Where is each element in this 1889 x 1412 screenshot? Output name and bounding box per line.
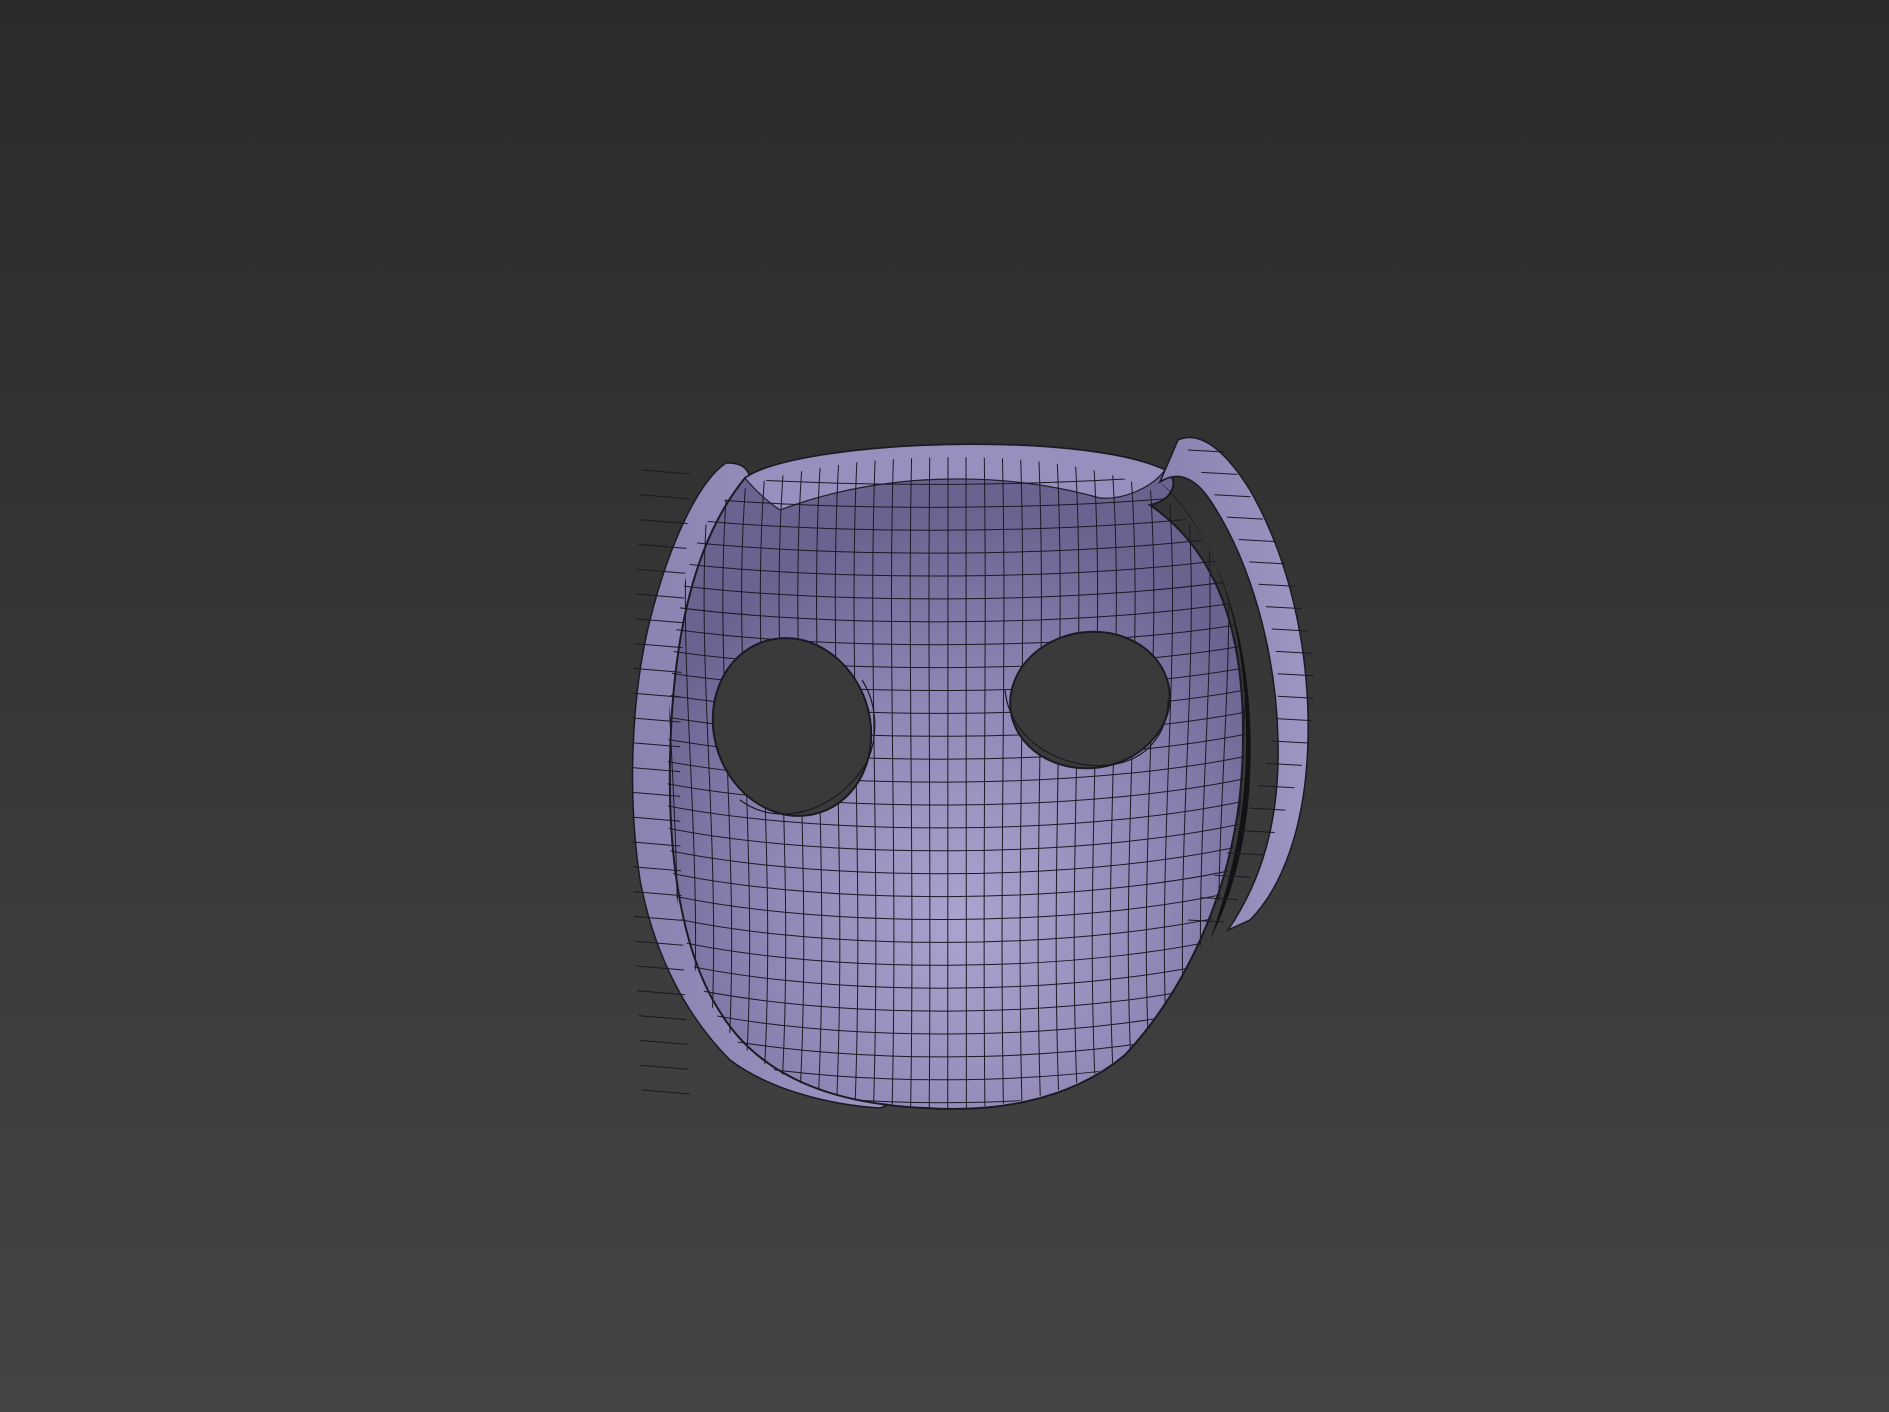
flange-wire-tick — [641, 469, 691, 475]
flange-wire-tick — [639, 1039, 688, 1045]
flange-wire-tick — [638, 1015, 687, 1021]
flange-wire-tick — [637, 990, 686, 996]
flange-wire-tick — [640, 1064, 689, 1070]
flange-wire-tick — [640, 494, 689, 500]
3d-viewport[interactable] — [0, 0, 1889, 1412]
wire-line-horizontal — [640, 1125, 1270, 1171]
flange-wire-tick — [1227, 852, 1264, 856]
flange-wire-tick — [641, 1089, 691, 1095]
flange-wire-tick — [639, 519, 688, 525]
viewport-canvas[interactable] — [0, 0, 1889, 1412]
mask-mesh[interactable] — [631, 436, 1314, 1171]
